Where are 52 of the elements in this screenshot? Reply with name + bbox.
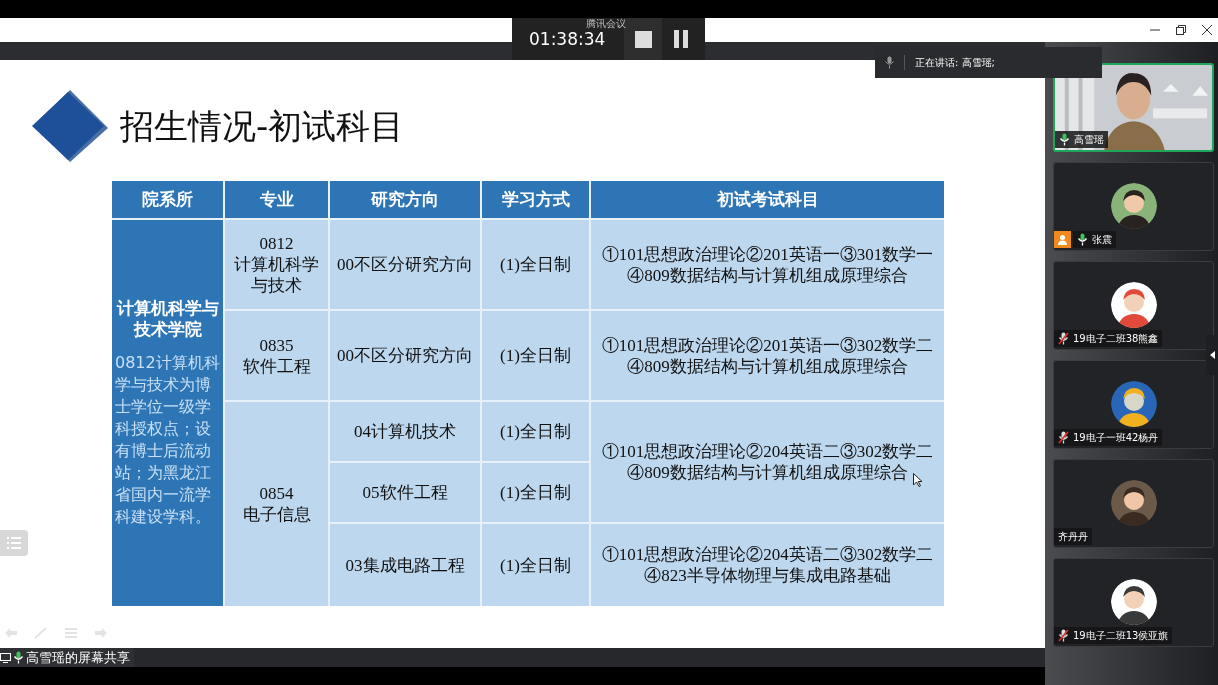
column-header: 专业	[225, 181, 328, 218]
list-icon	[7, 537, 21, 549]
speaking-text: 正在讲话: 高雪瑶;	[904, 55, 995, 70]
table-cell: 0854 电子信息	[225, 402, 328, 606]
table-cell: ①101思想政治理论②201英语一③301数学一 ④809数据结构与计算机组成原理综合	[591, 220, 944, 309]
table-cell: 03集成电路工程	[330, 524, 480, 606]
participant-name: 19电子一班42杨丹	[1073, 431, 1159, 445]
stop-button[interactable]	[624, 18, 662, 60]
screen-share-icon	[0, 652, 11, 663]
slide-title: 招生情况-初试科目	[120, 104, 405, 148]
column-header: 学习方式	[482, 181, 589, 218]
caret-icon	[1209, 351, 1215, 359]
participant-tile[interactable]: 齐丹丹	[1053, 459, 1214, 548]
participant-tile[interactable]: 19电子一班42杨丹	[1053, 360, 1214, 449]
department-name: 计算机科学与技术学院	[115, 298, 220, 340]
participant-name: 19电子二班38熊鑫	[1073, 332, 1159, 346]
participant-tile[interactable]: 19电子二班38熊鑫	[1053, 261, 1214, 350]
mic-icon	[885, 56, 894, 69]
column-header: 院系所	[112, 181, 223, 218]
cursor-icon	[913, 473, 923, 487]
table-cell: 00不区分研究方向	[330, 311, 480, 400]
table-cell: 0812 计算机科学与技术	[225, 220, 328, 309]
table-cell: 00不区分研究方向	[330, 220, 480, 309]
table-cell: (1)全日制	[482, 463, 589, 522]
table-cell: 0835 软件工程	[225, 311, 328, 400]
participant-name: 张震	[1092, 233, 1112, 247]
table-cell: ①101思想政治理论②204英语二③302数学二 ④809数据结构与计算机组成原理综合	[591, 402, 944, 522]
table-cell: 04计算机技术	[330, 402, 480, 461]
diamond-icon	[32, 88, 110, 164]
app-title: 腾讯会议	[586, 19, 626, 29]
table-cell: ①101思想政治理论②204英语二③302数学二 ④823半导体物理与集成电路基础	[591, 524, 944, 606]
participant-name: 高雪瑶	[1074, 133, 1104, 147]
column-header: 初试考试科目	[591, 181, 944, 218]
column-header: 研究方向	[330, 181, 480, 218]
table-cell: 05软件工程	[330, 463, 480, 522]
share-label: 高雪瑶的屏幕共享	[26, 648, 130, 667]
table-cell: (1)全日制	[482, 311, 589, 400]
participant-name: 19电子二班13侯亚旗	[1073, 629, 1169, 643]
participant-tile[interactable]: 张震	[1053, 162, 1214, 251]
table-cell: (1)全日制	[482, 220, 589, 309]
mic-icon	[13, 651, 24, 664]
collapse-button[interactable]	[1206, 335, 1218, 375]
restore-icon[interactable]	[1176, 25, 1186, 35]
table-cell: (1)全日制	[482, 524, 589, 606]
participant-tile[interactable]: 19电子二班13侯亚旗	[1053, 558, 1214, 647]
participant-name: 齐丹丹	[1058, 530, 1088, 544]
timer: 01:38:34	[529, 30, 606, 48]
table-cell: ①101思想政治理论②201英语一③302数学二 ④809数据结构与计算机组成原理综合	[591, 311, 944, 400]
department-note: 0812计算机科学与技术为博士学位一级学科授权点；设有博士后流动站；为黑龙江省国内一流学科建设学科。	[115, 352, 220, 528]
participant-tile[interactable]: 高雪瑶	[1053, 63, 1214, 152]
table-cell: (1)全日制	[482, 402, 589, 461]
close-icon[interactable]	[1202, 25, 1212, 35]
